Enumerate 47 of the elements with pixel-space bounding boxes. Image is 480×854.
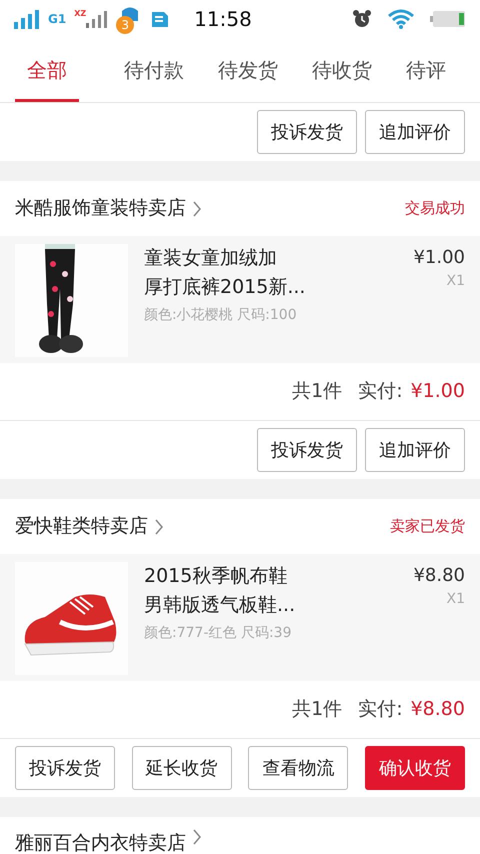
alarm-clock-icon [352,9,372,29]
action-button[interactable]: 投诉发货 [257,110,357,154]
paid-amount: ¥1.00 [410,379,465,404]
clock-time: 11:58 [194,6,252,33]
action-button[interactable]: 延长收货 [132,746,232,790]
sim-card-icon [150,9,170,29]
shop-link[interactable]: 爱快鞋类特卖店 [15,512,148,541]
order-status: 交易成功 [405,198,465,220]
product-spec: 颜色:777-红色 尺码:39 [144,624,292,643]
paid-label: 实付: [358,697,403,722]
wifi-icon [388,9,414,29]
signal-icon [86,10,108,28]
product-spec: 颜色:小花樱桃 尺码:100 [144,306,298,325]
paid-label: 实付: [358,379,403,404]
tab[interactable]: 全部 [15,38,79,102]
action-button[interactable]: 投诉发货 [15,746,115,790]
shop-link[interactable]: 雅丽百合内衣特卖店 [15,829,186,854]
product-quantity: X1 [446,590,465,609]
product-price: ¥8.80 [413,564,465,588]
paid-amount: ¥8.80 [410,697,465,722]
tab[interactable]: 待评 [406,38,446,102]
chevron-right-icon [192,829,202,845]
item-count: 共1件 [292,697,342,722]
carrier-label: XZ [74,10,86,18]
product-quantity: X1 [446,272,465,291]
confirm-button[interactable]: 确认收货 [364,746,465,790]
network-label: G1 [48,11,66,28]
tab[interactable]: 待付款 [124,38,184,102]
chevron-right-icon [192,200,202,216]
item-count: 共1件 [292,379,342,404]
product-title: 童装女童加绒加 厚打底裤2015新... [144,246,306,300]
shop-link[interactable]: 米酷服饰童装特卖店 [15,194,186,223]
product-price: ¥1.00 [413,246,465,270]
chevron-right-icon [154,518,164,534]
action-button[interactable]: 追加评价 [365,110,465,154]
tab[interactable]: 待收货 [312,38,372,102]
order-status: 卖家已发货 [390,516,465,538]
product-title: 2015秋季帆布鞋 男韩版透气板鞋... [144,564,296,618]
product-row[interactable]: 童装女童加绒加 厚打底裤2015新... 颜色:小花樱桃 尺码:100 ¥1.00 X1 [0,236,480,363]
product-row[interactable]: 2015秋季帆布鞋 男韩版透气板鞋... 颜色:777-红色 尺码:39 ¥8.80 X1 [0,554,480,681]
notification-badge: 3 [116,16,134,34]
tab[interactable]: 待发货 [218,38,278,102]
action-button[interactable]: 查看物流 [248,746,348,790]
action-button[interactable]: 追加评价 [365,428,465,472]
signal-icon [14,9,40,29]
action-button[interactable]: 投诉发货 [257,428,357,472]
battery-icon [430,9,466,29]
